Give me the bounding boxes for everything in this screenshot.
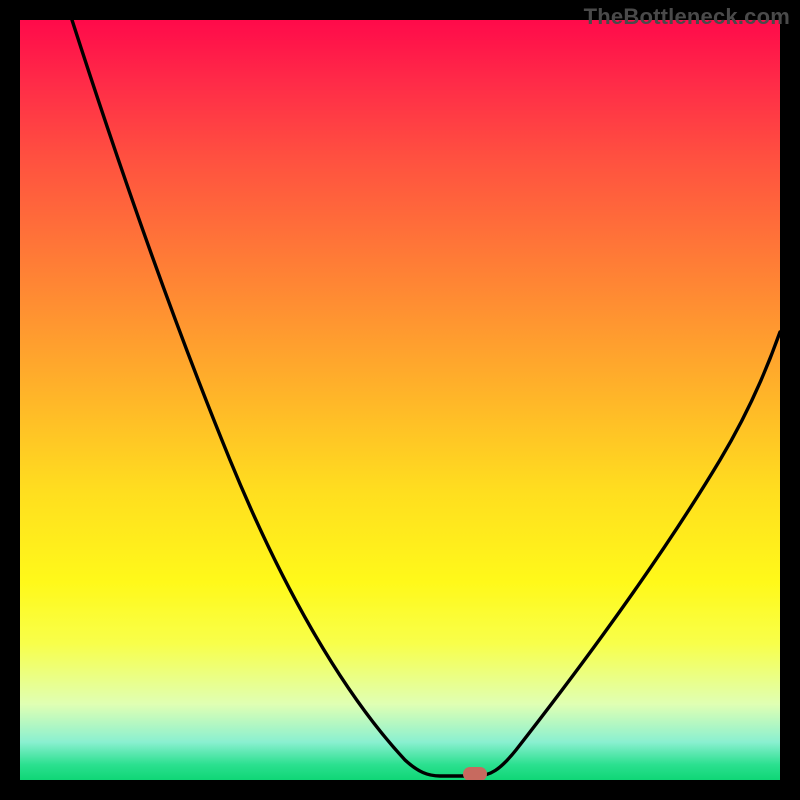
chart-frame: TheBottleneck.com [0,0,800,800]
plot-area [20,20,780,780]
curve-path [72,20,780,776]
bottleneck-curve [20,20,780,780]
optimal-marker [463,767,487,780]
watermark-text: TheBottleneck.com [584,4,790,30]
